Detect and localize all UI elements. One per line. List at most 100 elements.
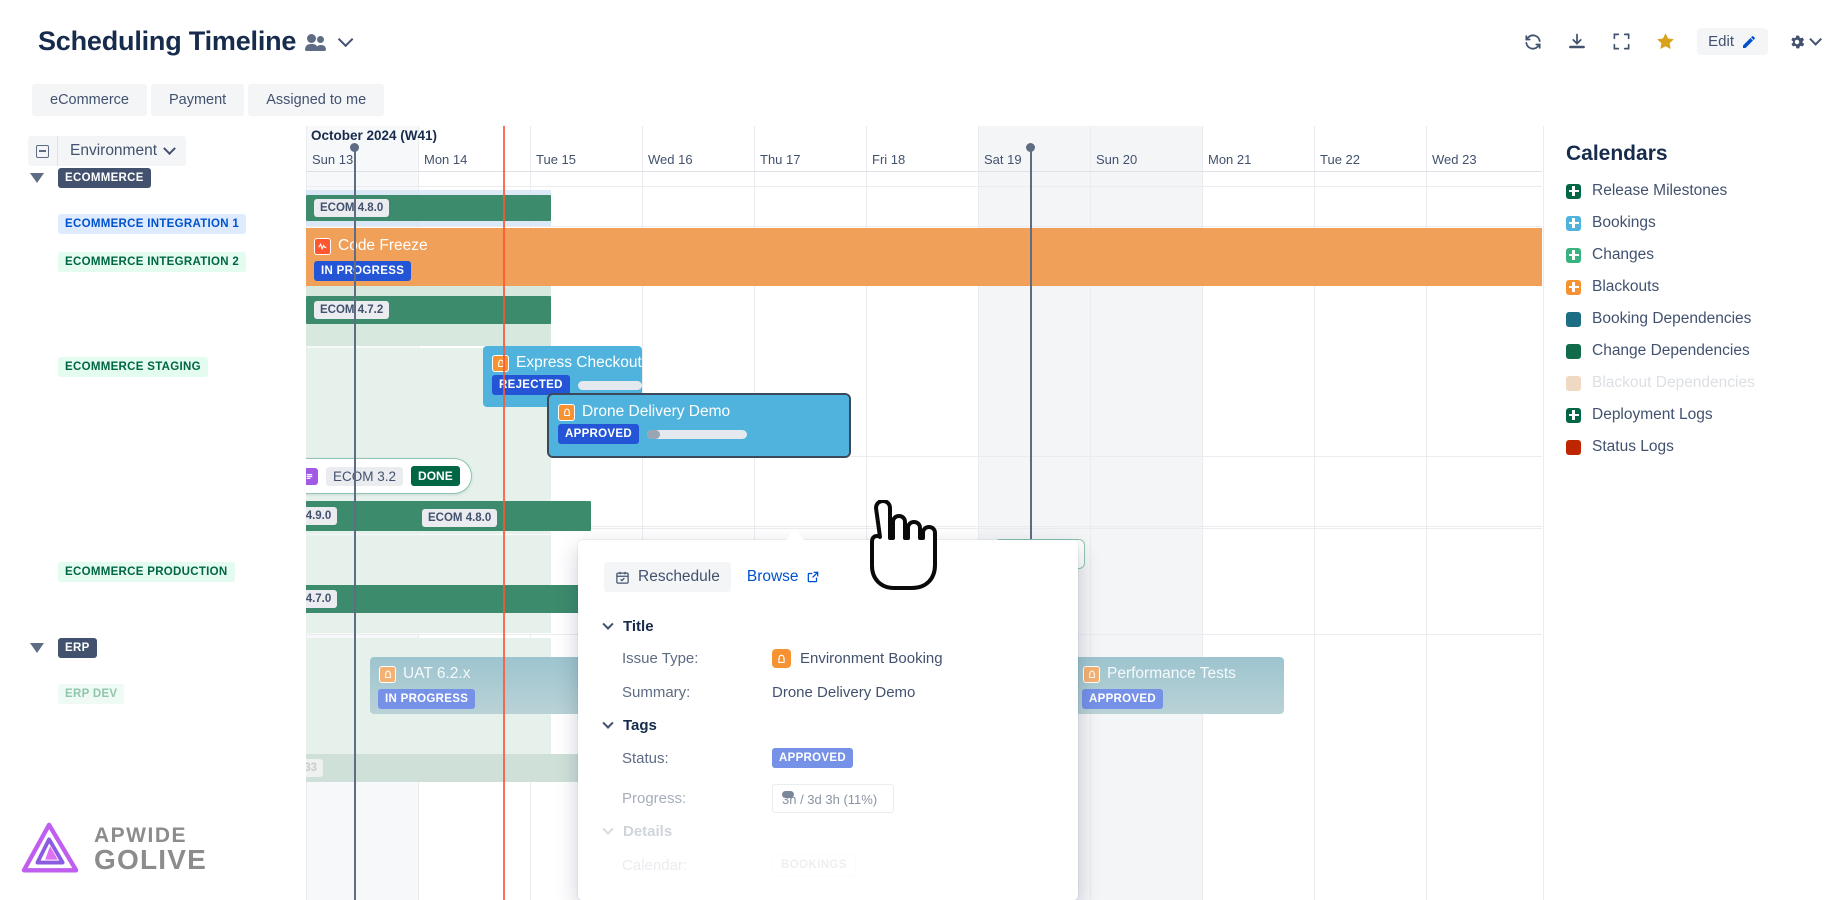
version-bar-erp-333[interactable]: ERP 3.33 — [306, 754, 591, 782]
add-calendar-icon[interactable] — [1566, 215, 1581, 231]
download-icon[interactable] — [1565, 30, 1589, 54]
edit-button[interactable]: Edit — [1697, 28, 1768, 55]
caret-down-icon[interactable] — [30, 173, 44, 183]
refresh-icon[interactable] — [1521, 30, 1545, 54]
browse-link[interactable]: Browse — [747, 568, 820, 586]
apwide-golive-logo: APWIDE GOLIVE — [20, 820, 207, 878]
color-swatch-icon — [1566, 311, 1581, 327]
row-ecommerce-integration-2[interactable]: ECOMMERCE INTEGRATION 2 — [0, 252, 247, 272]
star-icon[interactable] — [1653, 30, 1677, 54]
filter-tabs: eCommerce Payment Assigned to me — [32, 84, 385, 116]
version-bar-ecom-472[interactable]: ECOM 4.7.2 — [306, 296, 551, 324]
section-title-header[interactable]: Title — [602, 618, 1052, 635]
booking-performance-tests[interactable]: Performance Tests APPROVED — [1074, 657, 1284, 714]
booking-uat-62x[interactable]: UAT 6.2.x IN PROGRESS — [370, 657, 610, 714]
calendar-item[interactable]: Changes — [1566, 246, 1840, 264]
version-label: ECOM 4.7.2 — [314, 301, 390, 319]
filter-tab-payment[interactable]: Payment — [150, 84, 245, 116]
booking-status: IN PROGRESS — [378, 689, 476, 709]
calendar-icon — [616, 571, 629, 584]
external-link-icon — [807, 571, 818, 583]
row-ecommerce-production[interactable]: ECOMMERCE PRODUCTION — [0, 562, 235, 582]
browse-label: Browse — [746, 568, 799, 585]
field-value: BOOKINGS — [772, 854, 856, 876]
filter-tab-assigned-to-me[interactable]: Assigned to me — [248, 84, 385, 116]
day-label: Wed 16 — [648, 152, 693, 167]
event-detail-popup[interactable]: Reschedule Browse Title Issue Type: Envi… — [578, 540, 1078, 900]
filter-tab-ecommerce[interactable]: eCommerce — [32, 84, 147, 116]
version-label: ECOM 4.7.0 — [306, 590, 338, 608]
field-calendar: Calendar: BOOKINGS — [622, 854, 1052, 876]
header-actions: Edit — [1521, 28, 1822, 55]
add-calendar-icon[interactable] — [1566, 279, 1581, 295]
add-calendar-icon[interactable] — [1566, 247, 1581, 263]
section-details-header[interactable]: Details — [602, 823, 1052, 840]
booking-icon — [772, 649, 791, 668]
blackout-code-freeze[interactable]: Code Freeze IN PROGRESS — [306, 228, 1542, 286]
chevron-down-icon[interactable] — [338, 31, 354, 48]
calendar-item-label: Blackout Dependencies — [1592, 374, 1755, 391]
row-erp-dev[interactable]: ERP DEV — [0, 684, 125, 704]
calendar-list: Release Milestones Bookings Changes Blackou… — [1566, 182, 1840, 456]
booking-title-row: Express Checkout Demo — [483, 346, 687, 372]
group-chip-ecommerce: ECOMMERCE — [58, 168, 151, 188]
grouping-selector[interactable]: Environment — [28, 136, 187, 166]
field-key: Summary: — [622, 684, 691, 701]
version-label: ECOM 4.8.0 — [314, 199, 390, 217]
calendars-sidebar: Calendars Release Milestones Bookings Chan… — [1543, 126, 1840, 900]
blackout-title: Code Freeze — [338, 237, 428, 254]
version-bar-ecom-470[interactable]: ECOM 4.7.0 — [306, 585, 591, 613]
row-ecommerce-integration-1[interactable]: ECOMMERCE INTEGRATION 1 — [0, 214, 247, 234]
progress-bar — [646, 429, 747, 439]
settings-button[interactable] — [1788, 33, 1822, 51]
field-value: Drone Delivery Demo — [772, 684, 916, 701]
env-shade — [306, 535, 551, 633]
chevron-down-icon[interactable] — [163, 141, 176, 155]
booking-title: Express Checkout Demo — [516, 354, 688, 371]
field-key: Issue Type: — [622, 650, 699, 667]
apwide-logo-icon — [21, 822, 79, 873]
group-row-ecommerce[interactable]: ECOMMERCE — [0, 168, 151, 188]
section-tags-header[interactable]: Tags — [602, 717, 1052, 734]
milestone-dot-gonogo — [1026, 143, 1035, 152]
caret-down-icon[interactable] — [30, 643, 44, 653]
calendar-item-label: Status Logs — [1592, 438, 1674, 455]
field-status: Status: APPROVED — [622, 748, 1052, 768]
booking-drone-delivery-demo[interactable]: Drone Delivery Demo APPROVED — [547, 393, 851, 458]
booking-title: Performance Tests — [1107, 665, 1236, 682]
day-label: Tue 22 — [1320, 152, 1360, 167]
booking-icon — [1083, 665, 1100, 683]
release-pill-ecom-32[interactable]: ECOM 3.2 DONE — [306, 458, 472, 494]
day-label: Sat 19 — [984, 152, 1022, 167]
collapse-icon[interactable] — [28, 136, 58, 166]
calendar-item-label: Booking Dependencies — [1592, 310, 1752, 327]
field-value: APPROVED — [772, 748, 853, 768]
logo-line-1: APWIDE — [94, 823, 187, 847]
add-calendar-icon[interactable] — [1566, 407, 1581, 423]
calendar-item[interactable]: Status Logs — [1566, 438, 1840, 456]
calendar-item[interactable]: Change Dependencies — [1566, 342, 1840, 360]
add-calendar-icon[interactable] — [1566, 183, 1581, 199]
calendar-item[interactable]: Bookings — [1566, 214, 1840, 232]
calendar-item[interactable]: Booking Dependencies — [1566, 310, 1840, 328]
calendar-item[interactable]: Blackout Dependencies — [1566, 374, 1840, 392]
progress-bar — [577, 380, 642, 390]
people-icon[interactable] — [305, 32, 328, 52]
calendar-item[interactable]: Deployment Logs — [1566, 406, 1840, 424]
issue-type-text: Environment Booking — [800, 650, 943, 667]
day-label: Mon 21 — [1208, 152, 1252, 167]
reschedule-button[interactable]: Reschedule — [604, 562, 731, 592]
field-key: Progress: — [622, 790, 687, 807]
fullscreen-icon[interactable] — [1609, 30, 1633, 54]
field-key: Status: — [622, 749, 669, 767]
version-label: ECOM 4.9.0 — [306, 507, 338, 525]
day-label: Thu 17 — [760, 152, 801, 167]
env-chip: ECOMMERCE PRODUCTION — [58, 562, 235, 582]
version-bar-ecom-480[interactable]: ECOM 4.8.0 — [306, 195, 551, 221]
calendar-item[interactable]: Release Milestones — [1566, 182, 1840, 200]
calendar-item-label: Release Milestones — [1592, 182, 1728, 199]
group-row-erp[interactable]: ERP — [0, 638, 97, 658]
field-progress: Progress: 3h / 3d 3h (11%) — [622, 784, 1052, 813]
calendar-item[interactable]: Blackouts — [1566, 278, 1840, 296]
row-ecommerce-staging[interactable]: ECOMMERCE STAGING — [0, 357, 208, 377]
